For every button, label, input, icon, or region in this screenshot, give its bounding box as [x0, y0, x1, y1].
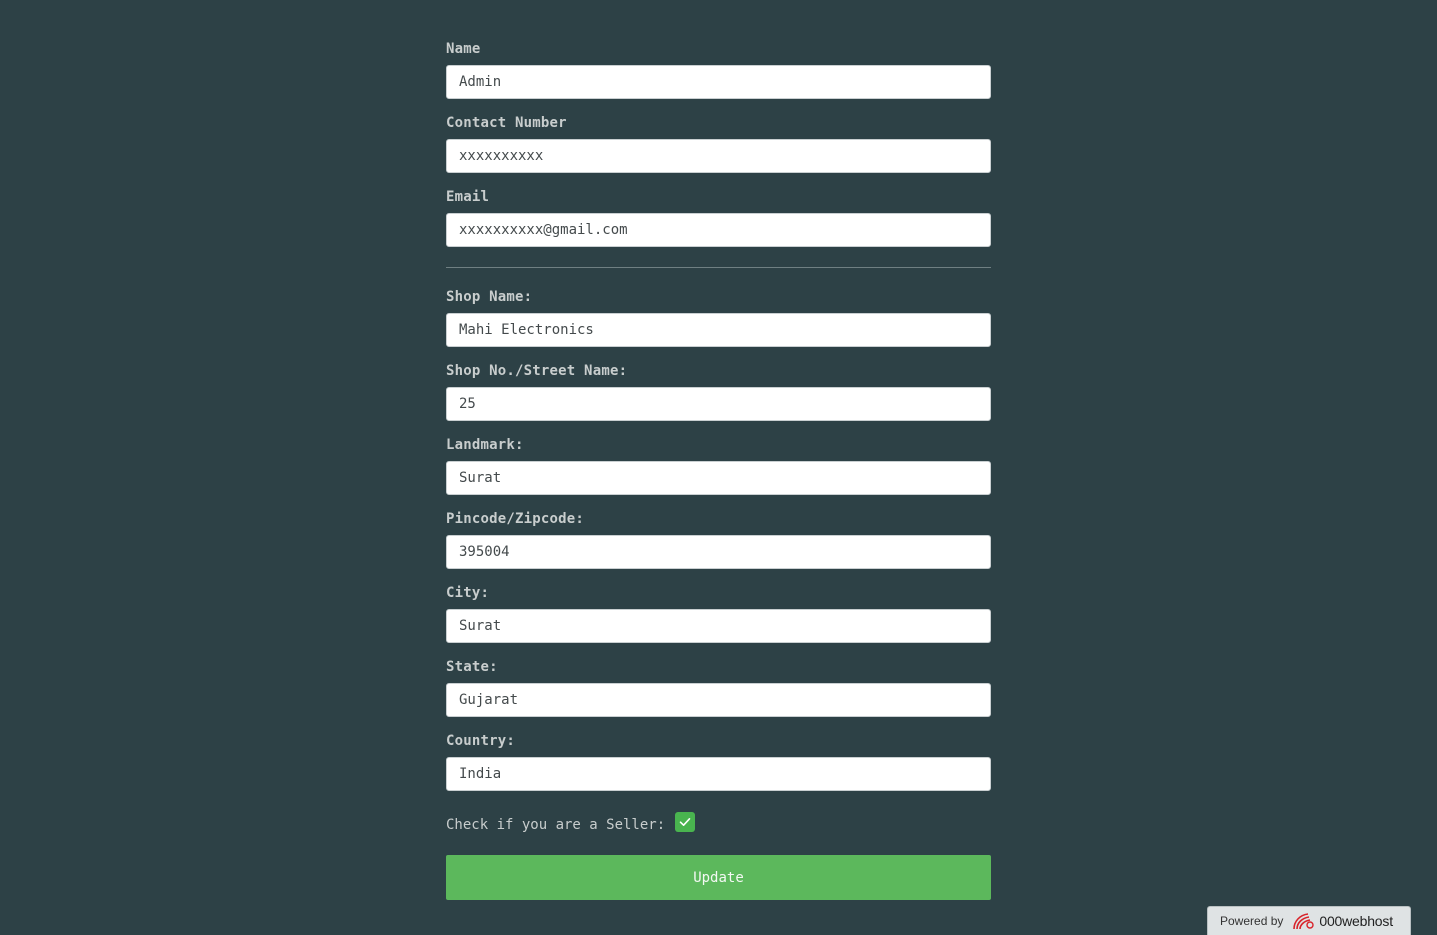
street-field-group: Shop No./Street Name: [446, 360, 991, 434]
contact-number-field-group: Contact Number [446, 112, 991, 186]
landmark-field-group: Landmark: [446, 434, 991, 508]
street-input[interactable] [446, 387, 991, 421]
landmark-input[interactable] [446, 461, 991, 495]
state-label: State: [446, 659, 498, 675]
city-input[interactable] [446, 609, 991, 643]
shop-name-field-group: Shop Name: [446, 286, 991, 360]
landmark-label: Landmark: [446, 437, 524, 453]
name-label: Name [446, 41, 481, 57]
shop-name-label: Shop Name: [446, 289, 533, 305]
city-field-group: City: [446, 582, 991, 656]
pincode-field-group: Pincode/Zipcode: [446, 508, 991, 582]
brand-name: 000webhost [1319, 913, 1393, 929]
powered-by-text: Powered by [1220, 914, 1284, 928]
update-button[interactable]: Update [446, 855, 991, 900]
contact-number-input[interactable] [446, 139, 991, 173]
street-label: Shop No./Street Name: [446, 363, 628, 379]
powered-by-badge[interactable]: Powered by 000webhost [1207, 906, 1411, 935]
seller-checkbox-row: Check if you are a Seller: [446, 810, 696, 834]
profile-form: Name Contact Number Email Shop Name: Sho… [446, 38, 991, 791]
email-label: Email [446, 189, 490, 205]
pincode-label: Pincode/Zipcode: [446, 511, 585, 527]
email-input[interactable] [446, 213, 991, 247]
state-input[interactable] [446, 683, 991, 717]
seller-checkbox-label: Check if you are a Seller: [446, 817, 666, 833]
checkmark-icon [679, 818, 691, 826]
000webhost-logo-icon [1291, 911, 1315, 931]
contact-number-label: Contact Number [446, 115, 567, 131]
email-field-group: Email [446, 186, 991, 260]
country-field-group: Country: [446, 730, 991, 804]
section-divider [446, 267, 991, 268]
country-input[interactable] [446, 757, 991, 791]
shop-details-section: Shop Name: Shop No./Street Name: Landmar… [446, 286, 991, 804]
pincode-input[interactable] [446, 535, 991, 569]
state-field-group: State: [446, 656, 991, 730]
name-field-group: Name [446, 38, 991, 112]
country-label: Country: [446, 733, 516, 749]
city-label: City: [446, 585, 490, 601]
shop-name-input[interactable] [446, 313, 991, 347]
name-input[interactable] [446, 65, 991, 99]
seller-checkbox[interactable] [675, 812, 696, 832]
